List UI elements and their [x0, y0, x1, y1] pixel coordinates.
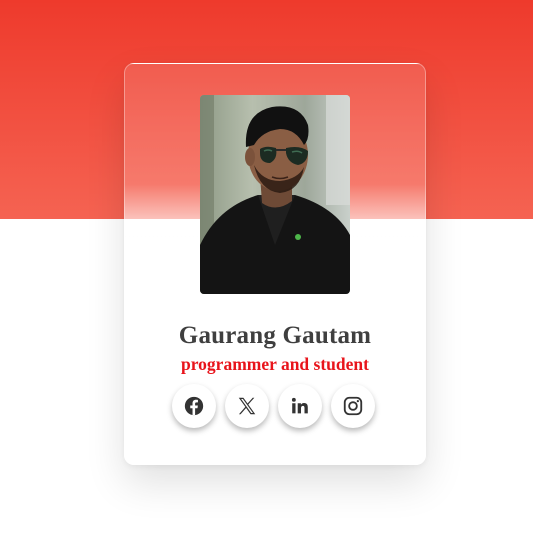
profile-name: Gaurang Gautam [178, 322, 372, 349]
facebook-icon [184, 396, 204, 416]
x-icon [238, 397, 256, 415]
x-button[interactable] [225, 384, 269, 428]
social-links [172, 384, 378, 430]
instagram-button[interactable] [331, 384, 375, 428]
profile-role: programmer and student [181, 354, 369, 374]
profile-card: Gaurang Gautam programmer and student [124, 63, 426, 465]
linkedin-icon [291, 397, 308, 414]
linkedin-button[interactable] [278, 384, 322, 428]
profile-photo [200, 95, 350, 294]
facebook-button[interactable] [172, 384, 216, 428]
instagram-icon [343, 396, 363, 416]
